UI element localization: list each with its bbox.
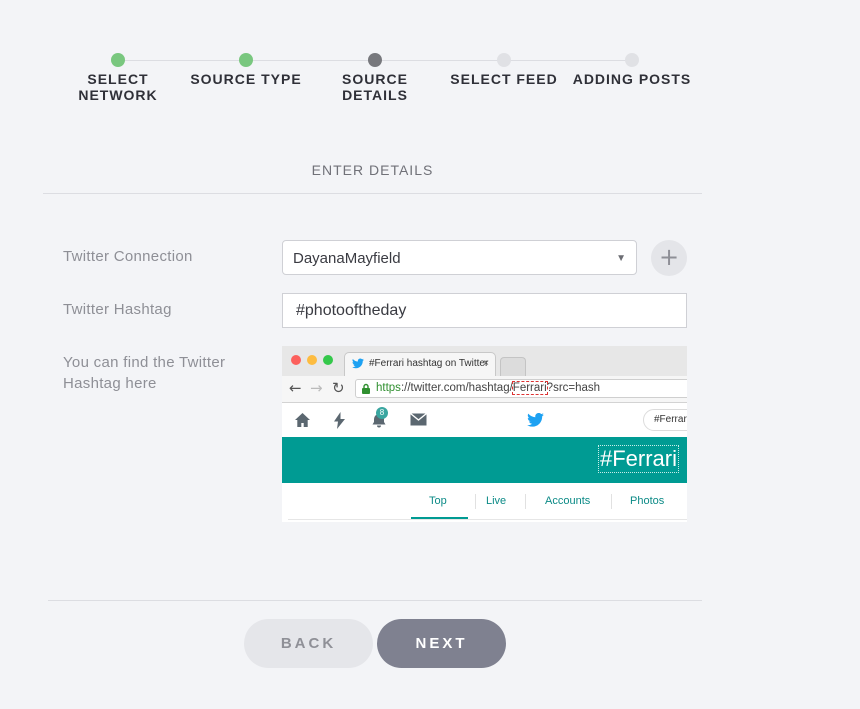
step-label: SELECT NETWORK — [78, 71, 158, 103]
new-tab-placeholder — [500, 357, 526, 376]
forward-arrow-icon: → — [310, 379, 323, 397]
browser-tabbar: #Ferrari hashtag on Twitter × — [282, 346, 687, 376]
step-select-network: SELECT NETWORK — [53, 53, 183, 103]
lightning-icon — [334, 412, 345, 429]
step-label: SOURCE TYPE — [190, 71, 302, 87]
step-label: SOURCE DETAILS — [342, 71, 408, 103]
twitter-logo-icon — [527, 413, 544, 427]
step-label: ADDING POSTS — [572, 71, 692, 87]
minimize-window-icon — [307, 355, 317, 365]
twitter-connection-select[interactable]: DayanaMayfield ▼ — [282, 240, 637, 275]
url-query: ?src=hash — [546, 382, 601, 394]
url-hashtag-highlight: Ferrari — [511, 381, 548, 395]
twitter-results-tabs: Top Live Accounts Photos — [282, 483, 687, 520]
step-dot — [497, 53, 511, 67]
tab-top: Top — [429, 495, 447, 507]
twitter-connection-value: DayanaMayfield — [293, 250, 401, 267]
twitter-hashtag-input[interactable]: #photooftheday — [282, 293, 687, 328]
hashtag-example-image: #Ferrari hashtag on Twitter × ← → ↻ http… — [282, 346, 687, 522]
step-adding-posts: ADDING POSTS — [567, 53, 697, 87]
next-button[interactable]: NEXT — [377, 619, 506, 668]
twitter-hashtag-value: #photooftheday — [296, 302, 407, 319]
browser-toolbar: ← → ↻ https://twitter.com/hashtag/Ferrar… — [282, 376, 687, 403]
mail-icon — [410, 413, 427, 426]
back-button[interactable]: BACK — [244, 619, 373, 668]
browser-tab: #Ferrari hashtag on Twitter × — [344, 352, 496, 376]
lock-icon — [362, 383, 370, 394]
tab-accounts: Accounts — [545, 495, 591, 507]
tabs-divider — [288, 519, 687, 520]
address-bar: https://twitter.com/hashtag/Ferrari?src=… — [355, 379, 687, 398]
tab-separator — [475, 494, 476, 509]
twitter-bird-icon — [352, 358, 364, 369]
step-label: SELECT FEED — [450, 71, 558, 87]
tab-separator — [525, 494, 526, 509]
tab-photos: Photos — [630, 495, 665, 507]
twitter-search-box: #Ferrari — [643, 409, 687, 431]
reload-icon: ↻ — [332, 379, 345, 397]
add-connection-button[interactable]: + — [651, 240, 687, 276]
chevron-down-icon: ▼ — [616, 253, 626, 264]
banner-hashtag: #Ferrari — [597, 445, 680, 473]
twitter-connection-label: Twitter Connection — [63, 248, 193, 265]
hashtag-banner: #Ferrari — [282, 437, 687, 483]
close-window-icon — [291, 355, 301, 365]
close-icon: × — [483, 358, 489, 369]
twitter-hashtag-label: Twitter Hashtag — [63, 301, 172, 318]
footer-divider — [48, 600, 702, 601]
progress-stepper: SELECT NETWORK SOURCE TYPE SOURCE DETAIL… — [0, 0, 860, 120]
maximize-window-icon — [323, 355, 333, 365]
step-select-feed: SELECT FEED — [439, 53, 569, 87]
browser-tab-title: #Ferrari hashtag on Twitter — [369, 358, 489, 369]
step-source-details: SOURCE DETAILS — [310, 53, 440, 103]
plus-icon: + — [658, 243, 680, 271]
section-divider — [43, 193, 702, 194]
home-icon — [295, 413, 310, 427]
hashtag-help-text: You can find the Twitter Hashtag here — [63, 354, 226, 392]
step-dot — [111, 53, 125, 67]
url-path: ://twitter.com/hashtag/ — [400, 382, 513, 394]
url-scheme: https — [376, 382, 401, 394]
back-arrow-icon: ← — [289, 379, 302, 397]
step-dot — [239, 53, 253, 67]
tab-live: Live — [486, 495, 507, 507]
tab-separator — [611, 494, 612, 509]
step-dot — [368, 53, 382, 67]
notification-badge: 8 — [376, 407, 388, 419]
step-source-type: SOURCE TYPE — [181, 53, 311, 87]
section-title: ENTER DETAILS — [311, 162, 434, 178]
step-dot — [625, 53, 639, 67]
twitter-navbar: 8 #Ferrari — [282, 403, 687, 437]
